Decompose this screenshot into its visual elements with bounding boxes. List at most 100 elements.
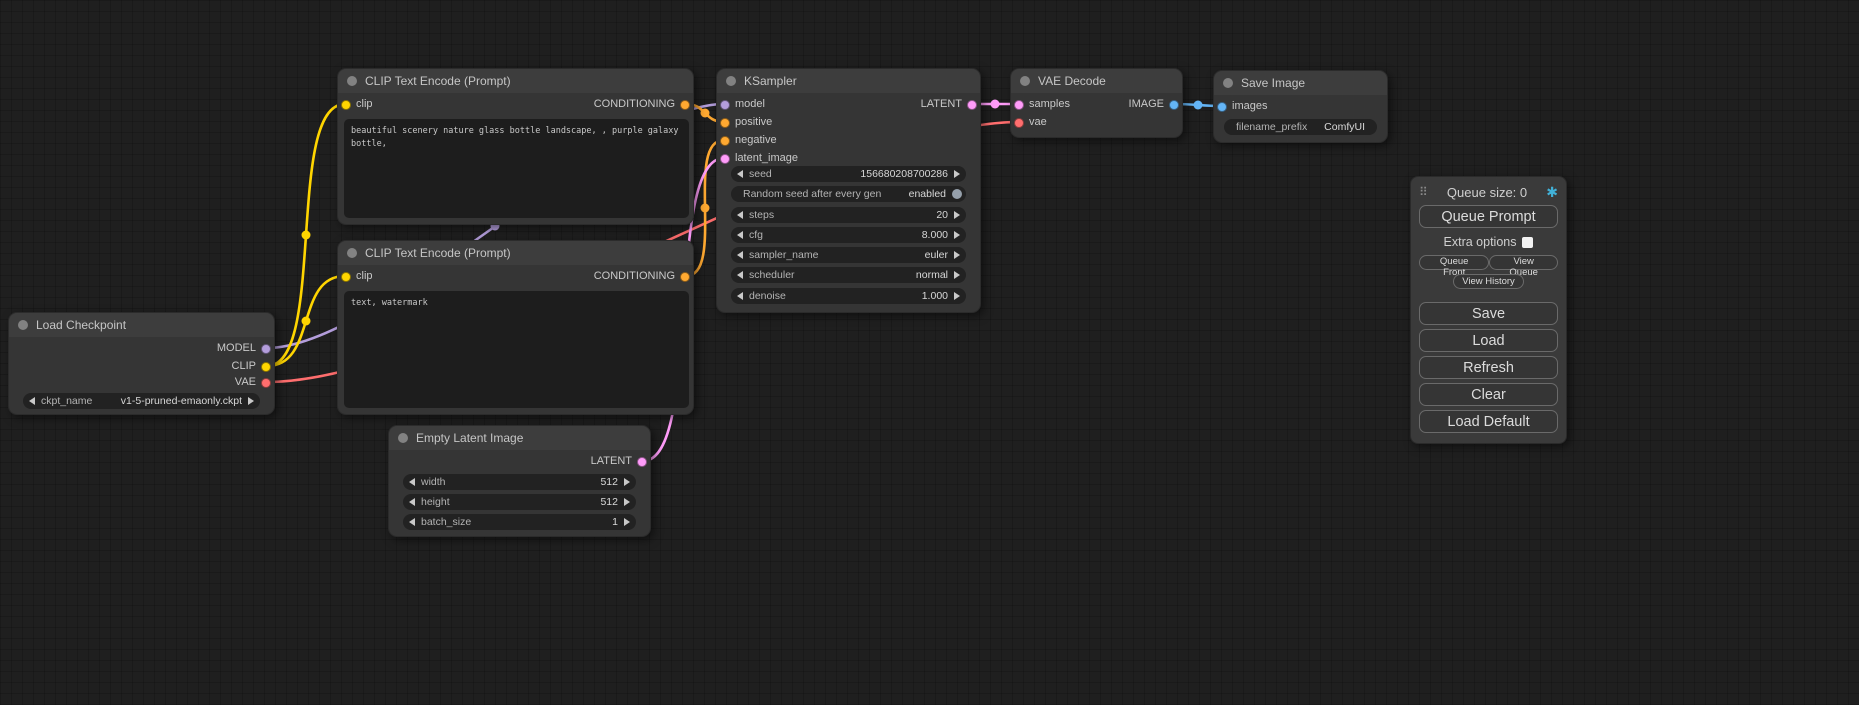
collapse-toggle-icon[interactable]	[1223, 78, 1233, 88]
decrease-arrow-icon[interactable]	[737, 170, 743, 178]
decrease-arrow-icon[interactable]	[409, 518, 415, 526]
widget-filename-prefix[interactable]: filename_prefix ComfyUI	[1224, 119, 1377, 135]
widget-name: width	[421, 476, 446, 488]
decrease-arrow-icon[interactable]	[737, 292, 743, 300]
decrease-arrow-icon[interactable]	[737, 231, 743, 239]
widget-sampler-name[interactable]: sampler_name euler	[731, 247, 966, 263]
view-queue-button[interactable]: View Queue	[1489, 255, 1558, 270]
decrease-arrow-icon[interactable]	[409, 478, 415, 486]
input-port-model[interactable]	[720, 100, 730, 110]
decrease-arrow-icon[interactable]	[737, 211, 743, 219]
queue-front-button[interactable]: Queue Front	[1419, 255, 1489, 270]
node-clip-text-encode-positive[interactable]: CLIP Text Encode (Prompt) clip CONDITION…	[337, 68, 694, 225]
node-load-checkpoint-header[interactable]: Load Checkpoint	[9, 313, 274, 337]
output-port-image[interactable]	[1169, 100, 1179, 110]
node-title: CLIP Text Encode (Prompt)	[365, 246, 511, 260]
increase-arrow-icon[interactable]	[624, 518, 630, 526]
node-vae-decode[interactable]: VAE Decode samples IMAGE vae	[1010, 68, 1183, 138]
widget-batch-size[interactable]: batch_size 1	[403, 514, 636, 530]
output-port-clip[interactable]	[261, 362, 271, 372]
settings-gear-icon[interactable]: ✱	[1546, 185, 1558, 199]
prev-value-arrow-icon[interactable]	[737, 251, 743, 259]
input-port-samples[interactable]	[1014, 100, 1024, 110]
queue-prompt-button[interactable]: Queue Prompt	[1419, 205, 1558, 228]
output-port-conditioning[interactable]	[680, 100, 690, 110]
node-graph-canvas[interactable]: Load Checkpoint MODEL CLIP VAE ckpt_name…	[0, 0, 1859, 705]
link-midpoint-dot	[1194, 101, 1203, 110]
input-port-vae[interactable]	[1014, 118, 1024, 128]
node-save-image[interactable]: Save Image images filename_prefix ComfyU…	[1213, 70, 1388, 143]
widget-seed[interactable]: seed 156680208700286	[731, 166, 966, 182]
node-clip-text-encode-negative-header[interactable]: CLIP Text Encode (Prompt)	[338, 241, 693, 265]
extra-options-checkbox[interactable]	[1522, 237, 1533, 248]
output-label-vae: VAE	[235, 376, 256, 388]
widget-name: ckpt_name	[41, 395, 92, 407]
widget-steps[interactable]: steps 20	[731, 207, 966, 223]
collapse-toggle-icon[interactable]	[398, 433, 408, 443]
increase-arrow-icon[interactable]	[954, 292, 960, 300]
next-value-arrow-icon[interactable]	[248, 397, 254, 405]
output-port-model[interactable]	[261, 344, 271, 354]
input-port-clip[interactable]	[341, 272, 351, 282]
view-history-button[interactable]: View History	[1453, 274, 1524, 289]
node-clip-text-encode-negative[interactable]: CLIP Text Encode (Prompt) clip CONDITION…	[337, 240, 694, 415]
node-clip-text-encode-positive-header[interactable]: CLIP Text Encode (Prompt)	[338, 69, 693, 93]
output-port-vae[interactable]	[261, 378, 271, 388]
widget-scheduler[interactable]: scheduler normal	[731, 267, 966, 283]
input-port-latent-image[interactable]	[720, 154, 730, 164]
save-button[interactable]: Save	[1419, 302, 1558, 325]
input-port-negative[interactable]	[720, 136, 730, 146]
widget-value: 156680208700286	[860, 168, 948, 180]
widget-value: 1.000	[922, 290, 948, 302]
refresh-button[interactable]: Refresh	[1419, 356, 1558, 379]
output-label-conditioning: CONDITIONING	[594, 270, 675, 282]
queue-menu-panel[interactable]: ⠿ Queue size: 0 ✱ Queue Prompt Extra opt…	[1410, 176, 1567, 444]
node-ksampler-header[interactable]: KSampler	[717, 69, 980, 93]
output-port-latent[interactable]	[637, 457, 647, 467]
prev-value-arrow-icon[interactable]	[737, 271, 743, 279]
increase-arrow-icon[interactable]	[624, 498, 630, 506]
input-port-clip[interactable]	[341, 100, 351, 110]
node-vae-decode-header[interactable]: VAE Decode	[1011, 69, 1182, 93]
increase-arrow-icon[interactable]	[624, 478, 630, 486]
link-midpoint-dot	[302, 231, 311, 240]
input-port-positive[interactable]	[720, 118, 730, 128]
collapse-toggle-icon[interactable]	[726, 76, 736, 86]
next-value-arrow-icon[interactable]	[954, 251, 960, 259]
node-load-checkpoint[interactable]: Load Checkpoint MODEL CLIP VAE ckpt_name…	[8, 312, 275, 415]
node-save-image-header[interactable]: Save Image	[1214, 71, 1387, 95]
widget-value: 8.000	[922, 229, 948, 241]
toggle-knob-icon[interactable]	[952, 189, 962, 199]
widget-denoise[interactable]: denoise 1.000	[731, 288, 966, 304]
increase-arrow-icon[interactable]	[954, 231, 960, 239]
widget-width[interactable]: width 512	[403, 474, 636, 490]
collapse-toggle-icon[interactable]	[1020, 76, 1030, 86]
widget-ckpt-name[interactable]: ckpt_name v1-5-pruned-emaonly.ckpt	[23, 393, 260, 409]
node-empty-latent-image[interactable]: Empty Latent Image LATENT width 512 heig…	[388, 425, 651, 537]
load-default-button[interactable]: Load Default	[1419, 410, 1558, 433]
input-port-images[interactable]	[1217, 102, 1227, 112]
increase-arrow-icon[interactable]	[954, 211, 960, 219]
clear-button[interactable]: Clear	[1419, 383, 1558, 406]
load-button[interactable]: Load	[1419, 329, 1558, 352]
drag-handle-icon[interactable]: ⠿	[1419, 186, 1428, 198]
collapse-toggle-icon[interactable]	[18, 320, 28, 330]
increase-arrow-icon[interactable]	[954, 170, 960, 178]
prev-value-arrow-icon[interactable]	[29, 397, 35, 405]
next-value-arrow-icon[interactable]	[954, 271, 960, 279]
decrease-arrow-icon[interactable]	[409, 498, 415, 506]
node-ksampler[interactable]: KSampler model LATENT positive negative …	[716, 68, 981, 313]
widget-height[interactable]: height 512	[403, 494, 636, 510]
widget-value: 512	[600, 476, 618, 488]
widget-cfg[interactable]: cfg 8.000	[731, 227, 966, 243]
collapse-toggle-icon[interactable]	[347, 76, 357, 86]
output-port-conditioning[interactable]	[680, 272, 690, 282]
input-label-negative: negative	[735, 134, 777, 146]
output-port-latent[interactable]	[967, 100, 977, 110]
node-empty-latent-image-header[interactable]: Empty Latent Image	[389, 426, 650, 450]
widget-random-seed-toggle[interactable]: Random seed after every gen enabled	[731, 186, 966, 202]
positive-prompt-textarea[interactable]: beautiful scenery nature glass bottle la…	[344, 119, 689, 218]
negative-prompt-textarea[interactable]: text, watermark	[344, 291, 689, 408]
input-label-clip: clip	[356, 270, 373, 282]
collapse-toggle-icon[interactable]	[347, 248, 357, 258]
